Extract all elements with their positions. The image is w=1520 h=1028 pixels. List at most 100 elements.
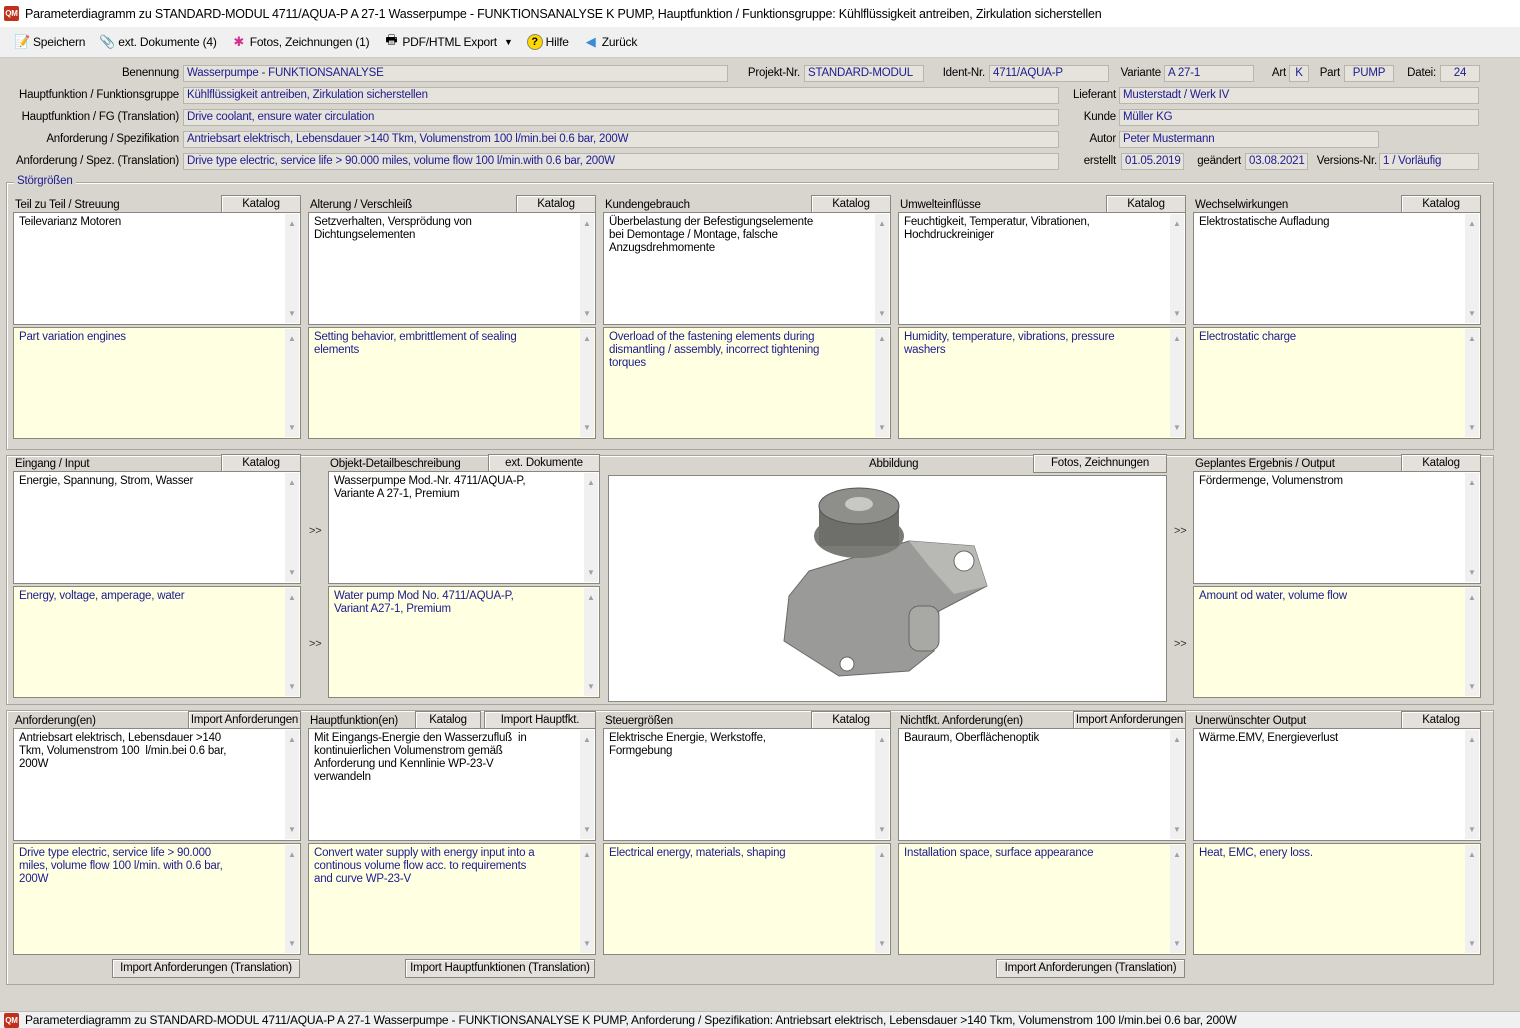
projekt-field[interactable]: STANDARD-MODUL (804, 65, 924, 82)
scrollbar[interactable]: ▲ ▼ (1465, 329, 1479, 437)
part-field[interactable]: PUMP (1344, 65, 1394, 82)
export-label: PDF/HTML Export (402, 35, 497, 49)
benennung-field[interactable]: Wasserpumpe - FUNKTIONSANALYSE (183, 65, 728, 82)
scrollbar[interactable]: ▲ ▼ (875, 329, 889, 437)
req-col-4-en-textarea-text: Heat, EMC, enery loss. (1199, 847, 1313, 859)
req-col-3-title: Nichtfkt. Anforderung(en) (900, 715, 1023, 727)
scrollbar[interactable]: ▲ ▼ (285, 473, 299, 582)
stoer-col-3-de-textarea-text: Feuchtigkeit, Temperatur, Vibrationen, H… (904, 216, 1090, 241)
scrollbar[interactable]: ▲ ▼ (580, 214, 594, 323)
part-label: Part (1319, 67, 1340, 79)
scrollbar[interactable]: ▲ ▼ (285, 588, 299, 696)
req-col-3-de-textarea[interactable]: Bauraum, Oberflächenoptik ▲ ▼ (898, 728, 1186, 841)
erstellt-field[interactable]: 01.05.2019 (1121, 153, 1184, 170)
scrollbar[interactable]: ▲ ▼ (584, 588, 598, 696)
stoer-col-4-de-textarea[interactable]: Elektrostatische Aufladung ▲ ▼ (1193, 212, 1481, 325)
scrollbar[interactable]: ▲ ▼ (1170, 214, 1184, 323)
scrollbar[interactable]: ▲ ▼ (1465, 214, 1479, 323)
stoer-col-4-en-textarea[interactable]: Electrostatic charge ▲ ▼ (1193, 327, 1481, 439)
ident-field[interactable]: 4711/AQUA-P (989, 65, 1109, 82)
scrollbar[interactable]: ▲ ▼ (580, 845, 594, 953)
req-col-0-de-textarea[interactable]: Antriebsart elektrisch, Lebensdauer >140… (13, 728, 301, 841)
scrollbar[interactable]: ▲ ▼ (584, 473, 598, 582)
scroll-down-icon: ▼ (288, 309, 296, 318)
scroll-down-icon: ▼ (1173, 939, 1181, 948)
kunde-field[interactable]: Müller KG (1119, 109, 1479, 126)
help-button[interactable]: ? Hilfe (526, 34, 569, 50)
stoer-col-3-de-textarea[interactable]: Feuchtigkeit, Temperatur, Vibrationen, H… (898, 212, 1186, 325)
ident-label: Ident-Nr. (942, 67, 986, 79)
anf-tr-field[interactable]: Drive type electric, service life > 90.0… (183, 153, 1059, 170)
req-col-2-en-textarea[interactable]: Electrical energy, materials, shaping ▲ ▼ (603, 843, 891, 955)
geaendert-field[interactable]: 03.08.2021 (1245, 153, 1308, 170)
photos-drawings-button[interactable]: Fotos, Zeichnungen (1033, 454, 1167, 473)
object-panel-de-textarea[interactable]: Wasserpumpe Mod.-Nr. 4711/AQUA-P, Varian… (328, 471, 600, 584)
stoer-col-3-title: Umwelteinflüsse (900, 199, 981, 211)
req-col-0-en-textarea[interactable]: Drive type electric, service life > 90.0… (13, 843, 301, 955)
req-col-2-de-textarea[interactable]: Elektrische Energie, Werkstoffe, Formgeb… (603, 728, 891, 841)
photos-button[interactable]: ✱ Fotos, Zeichnungen (1) (231, 34, 369, 50)
input-panel-en-textarea[interactable]: Energy, voltage, amperage, water ▲ ▼ (13, 586, 301, 698)
stoer-col-0-en-textarea[interactable]: Part variation engines ▲ ▼ (13, 327, 301, 439)
hf-label: Hauptfunktion / Funktionsgruppe (18, 89, 179, 101)
scrollbar[interactable]: ▲ ▼ (580, 329, 594, 437)
ext-documents-button[interactable]: 📎 ext. Dokumente (4) (99, 34, 217, 50)
paperclip-icon: 📎 (99, 34, 116, 49)
autor-field[interactable]: Peter Mustermann (1119, 131, 1379, 148)
export-button[interactable]: 🖶 PDF/HTML Export ▼ (383, 32, 513, 50)
scroll-up-icon: ▲ (288, 334, 296, 343)
scroll-down-icon: ▼ (288, 682, 296, 691)
hf-tr-field[interactable]: Drive coolant, ensure water circulation (183, 109, 1059, 126)
stoer-col-2-en-textarea[interactable]: Overload of the fastening elements durin… (603, 327, 891, 439)
hf-field[interactable]: Kühlflüssigkeit antreiben, Zirkulation s… (183, 87, 1059, 104)
scrollbar[interactable]: ▲ ▼ (1465, 845, 1479, 953)
req-col-4-de-textarea[interactable]: Wärme.EMV, Energieverlust ▲ ▼ (1193, 728, 1481, 841)
scrollbar[interactable]: ▲ ▼ (1465, 473, 1479, 582)
req-col-1-en-textarea[interactable]: Convert water supply with energy input i… (308, 843, 596, 955)
datei-field[interactable]: 24 (1440, 65, 1480, 82)
import-mainfunctions-translation-button[interactable]: Import Hauptfunktionen (Translation) (405, 959, 595, 978)
status-bar: QM Parameterdiagramm zu STANDARD-MODUL 4… (0, 1011, 1520, 1028)
scrollbar[interactable]: ▲ ▼ (875, 845, 889, 953)
output-panel-en-textarea[interactable]: Amount od water, volume flow ▲ ▼ (1193, 586, 1481, 698)
version-field[interactable]: 1 / Vorläufig (1379, 153, 1479, 170)
req-col-3-en-textarea[interactable]: Installation space, surface appearance ▲ ▼ (898, 843, 1186, 955)
object-panel-en-textarea[interactable]: Water pump Mod No. 4711/AQUA-P, Variant … (328, 586, 600, 698)
back-button[interactable]: ◀ Zurück (583, 34, 638, 50)
art-field[interactable]: K (1289, 65, 1309, 82)
import-requirements-translation-button[interactable]: Import Anforderungen (Translation) (112, 959, 300, 978)
stoer-col-1-en-textarea[interactable]: Setting behavior, embrittlement of seali… (308, 327, 596, 439)
scrollbar[interactable]: ▲ ▼ (1170, 845, 1184, 953)
scrollbar[interactable]: ▲ ▼ (1465, 730, 1479, 839)
req-col-3-en-textarea-text: Installation space, surface appearance (904, 847, 1094, 859)
output-panel-de-textarea[interactable]: Fördermenge, Volumenstrom ▲ ▼ (1193, 471, 1481, 584)
scrollbar[interactable]: ▲ ▼ (285, 214, 299, 323)
stoer-col-2-de-textarea[interactable]: Überbelastung der Befestigungselemente b… (603, 212, 891, 325)
scrollbar[interactable]: ▲ ▼ (285, 329, 299, 437)
variante-field[interactable]: A 27-1 (1164, 65, 1254, 82)
req-col-4-en-textarea[interactable]: Heat, EMC, enery loss. ▲ ▼ (1193, 843, 1481, 955)
scroll-up-icon: ▲ (1468, 219, 1476, 228)
stoer-col-1-de-textarea[interactable]: Setzverhalten, Versprödung von Dichtungs… (308, 212, 596, 325)
req-col-1-de-textarea[interactable]: Mit Eingangs-Energie den Wasserzufluß in… (308, 728, 596, 841)
scrollbar[interactable]: ▲ ▼ (285, 730, 299, 839)
scrollbar[interactable]: ▲ ▼ (1170, 730, 1184, 839)
geaendert-label: geändert (1197, 155, 1241, 167)
stoer-col-3-en-textarea-text: Humidity, temperature, vibrations, press… (904, 331, 1115, 356)
scrollbar[interactable]: ▲ ▼ (580, 730, 594, 839)
lieferant-field[interactable]: Musterstadt / Werk IV (1119, 87, 1479, 104)
anf-field[interactable]: Antriebsart elektrisch, Lebensdauer >140… (183, 131, 1059, 148)
save-button[interactable]: 📝 Speichern (14, 34, 85, 50)
scrollbar[interactable]: ▲ ▼ (875, 730, 889, 839)
import-nf-requirements-translation-button[interactable]: Import Anforderungen (Translation) (996, 959, 1185, 978)
scrollbar[interactable]: ▲ ▼ (285, 845, 299, 953)
autor-label: Autor (1089, 133, 1117, 145)
input-panel-de-textarea[interactable]: Energie, Spannung, Strom, Wasser ▲ ▼ (13, 471, 301, 584)
scrollbar[interactable]: ▲ ▼ (1170, 329, 1184, 437)
stoer-col-3-en-textarea[interactable]: Humidity, temperature, vibrations, press… (898, 327, 1186, 439)
scrollbar[interactable]: ▲ ▼ (875, 214, 889, 323)
scroll-up-icon: ▲ (583, 334, 591, 343)
stoer-col-0-de-textarea[interactable]: Teilevarianz Motoren ▲ ▼ (13, 212, 301, 325)
scrollbar[interactable]: ▲ ▼ (1465, 588, 1479, 696)
scroll-up-icon: ▲ (878, 735, 886, 744)
